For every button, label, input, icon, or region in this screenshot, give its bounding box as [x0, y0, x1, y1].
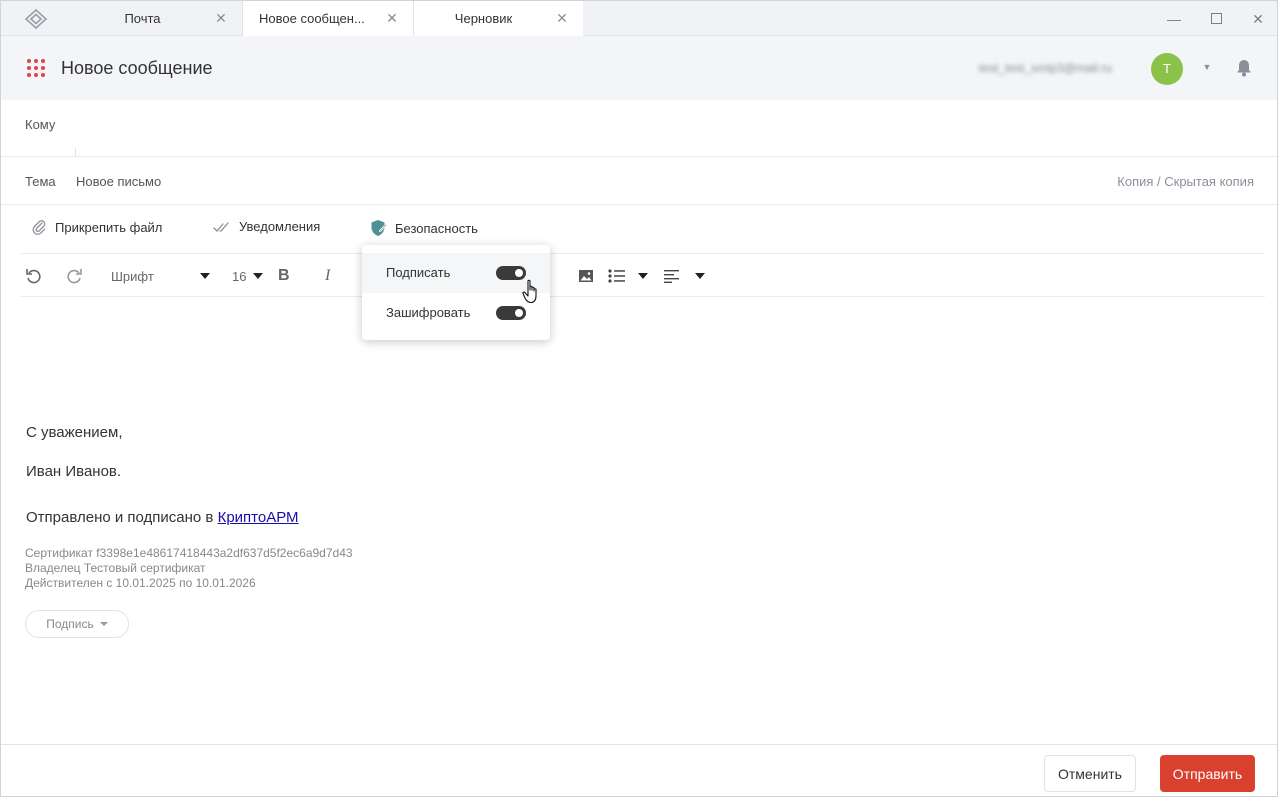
certificate-validity: Действителен с 10.01.2025 по 10.01.2026	[25, 576, 256, 590]
hand-cursor-icon	[522, 279, 537, 304]
bulleted-list-icon[interactable]	[608, 266, 626, 286]
image-icon[interactable]	[579, 266, 593, 286]
font-family-select[interactable]: Шрифт	[111, 266, 154, 286]
account-email: test_test_smtp3@mail.ru	[979, 61, 1112, 75]
close-icon[interactable]: ✕	[214, 11, 228, 25]
attach-file-label: Прикрепить файл	[55, 219, 163, 235]
body-name: Иван Иванов.	[26, 463, 122, 480]
italic-icon[interactable]: I	[325, 266, 330, 286]
chevron-down-icon[interactable]	[695, 266, 705, 286]
tab-draft[interactable]: Черновик ✕	[413, 1, 583, 36]
notifications-button[interactable]: Уведомления	[213, 219, 320, 234]
certificate-id: Сертификат f3398e1e48617418443a2df637d5f…	[25, 546, 353, 560]
chevron-down-icon[interactable]	[253, 266, 263, 286]
bold-icon[interactable]: B	[278, 266, 290, 286]
mail-window: Почта ✕ Новое сообщен... ✕ Черновик ✕ — …	[0, 0, 1278, 797]
tab-label: Новое сообщен...	[259, 11, 365, 26]
align-left-icon[interactable]	[664, 266, 680, 286]
divider	[75, 148, 76, 157]
sign-label: Подписать	[386, 265, 451, 280]
page-header: Новое сообщение test_test_smtp3@mail.ru …	[1, 36, 1277, 100]
undo-icon[interactable]	[25, 266, 41, 286]
chevron-down-icon[interactable]: ▼	[1201, 62, 1213, 74]
font-size-select[interactable]: 16	[232, 266, 246, 286]
tab-label: Черновик	[454, 11, 513, 26]
cancel-button[interactable]: Отменить	[1044, 755, 1136, 792]
security-button[interactable]: Безопасность	[370, 219, 478, 237]
apps-grid-icon[interactable]	[27, 59, 45, 77]
message-actions: Прикрепить файл Уведомления Безопасность	[1, 205, 1277, 253]
close-window-icon[interactable]: ✕	[1248, 9, 1268, 29]
app-logo-icon	[23, 7, 49, 31]
font-size-value: 16	[232, 268, 247, 284]
font-family-value: Шрифт	[111, 268, 154, 284]
subject-input[interactable]: Новое письмо	[76, 174, 161, 189]
chevron-down-icon[interactable]	[200, 266, 210, 286]
signature-label: Подпись	[46, 617, 94, 631]
minimize-icon[interactable]: —	[1164, 9, 1184, 29]
tab-label: Почта	[124, 11, 161, 26]
tab-mail[interactable]: Почта ✕	[73, 1, 243, 36]
close-icon[interactable]: ✕	[555, 11, 569, 25]
notifications-label: Уведомления	[239, 219, 321, 234]
sign-toggle[interactable]	[496, 266, 526, 280]
body-greeting: С уважением,	[26, 424, 123, 441]
page-title: Новое сообщение	[61, 58, 213, 78]
send-button[interactable]: Отправить	[1160, 755, 1255, 792]
cryptoarm-link[interactable]: КриптоАРМ	[218, 509, 299, 526]
subject-field-row: Тема Новое письмо Копия / Скрытая копия	[1, 157, 1277, 205]
to-label: Кому	[25, 117, 56, 132]
close-icon[interactable]: ✕	[385, 11, 399, 25]
tab-new-message[interactable]: Новое сообщен... ✕	[243, 1, 413, 36]
security-label: Безопасность	[395, 220, 478, 236]
shield-icon	[371, 220, 387, 236]
compose-footer: Отменить Отправить	[1, 744, 1277, 796]
chevron-down-icon[interactable]	[638, 266, 648, 286]
signature-dropdown-button[interactable]: Подпись	[25, 610, 129, 638]
body-sent-line: Отправлено и подписано в КриптоАРМ	[26, 509, 299, 526]
double-check-icon	[213, 221, 229, 232]
attach-file-button[interactable]: Прикрепить файл	[31, 219, 162, 235]
maximize-icon[interactable]	[1206, 9, 1226, 29]
certificate-owner: Владелец Тестовый сертификат	[25, 561, 206, 575]
to-field-row[interactable]: Кому	[1, 100, 1277, 157]
format-toolbar: Шрифт 16 B I	[21, 253, 1265, 297]
cc-bcc-link[interactable]: Копия / Скрытая копия	[1117, 174, 1254, 189]
encrypt-label: Зашифровать	[386, 305, 471, 320]
chevron-down-icon	[99, 622, 108, 626]
encrypt-toggle[interactable]	[496, 306, 526, 320]
title-bar: Почта ✕ Новое сообщен... ✕ Черновик ✕ — …	[1, 1, 1277, 36]
sent-prefix: Отправлено и подписано в	[26, 509, 218, 526]
avatar[interactable]: Т	[1151, 53, 1183, 85]
paperclip-icon	[32, 220, 46, 235]
bell-icon[interactable]	[1236, 59, 1254, 77]
redo-icon[interactable]	[67, 266, 83, 286]
subject-label: Тема	[25, 174, 56, 189]
